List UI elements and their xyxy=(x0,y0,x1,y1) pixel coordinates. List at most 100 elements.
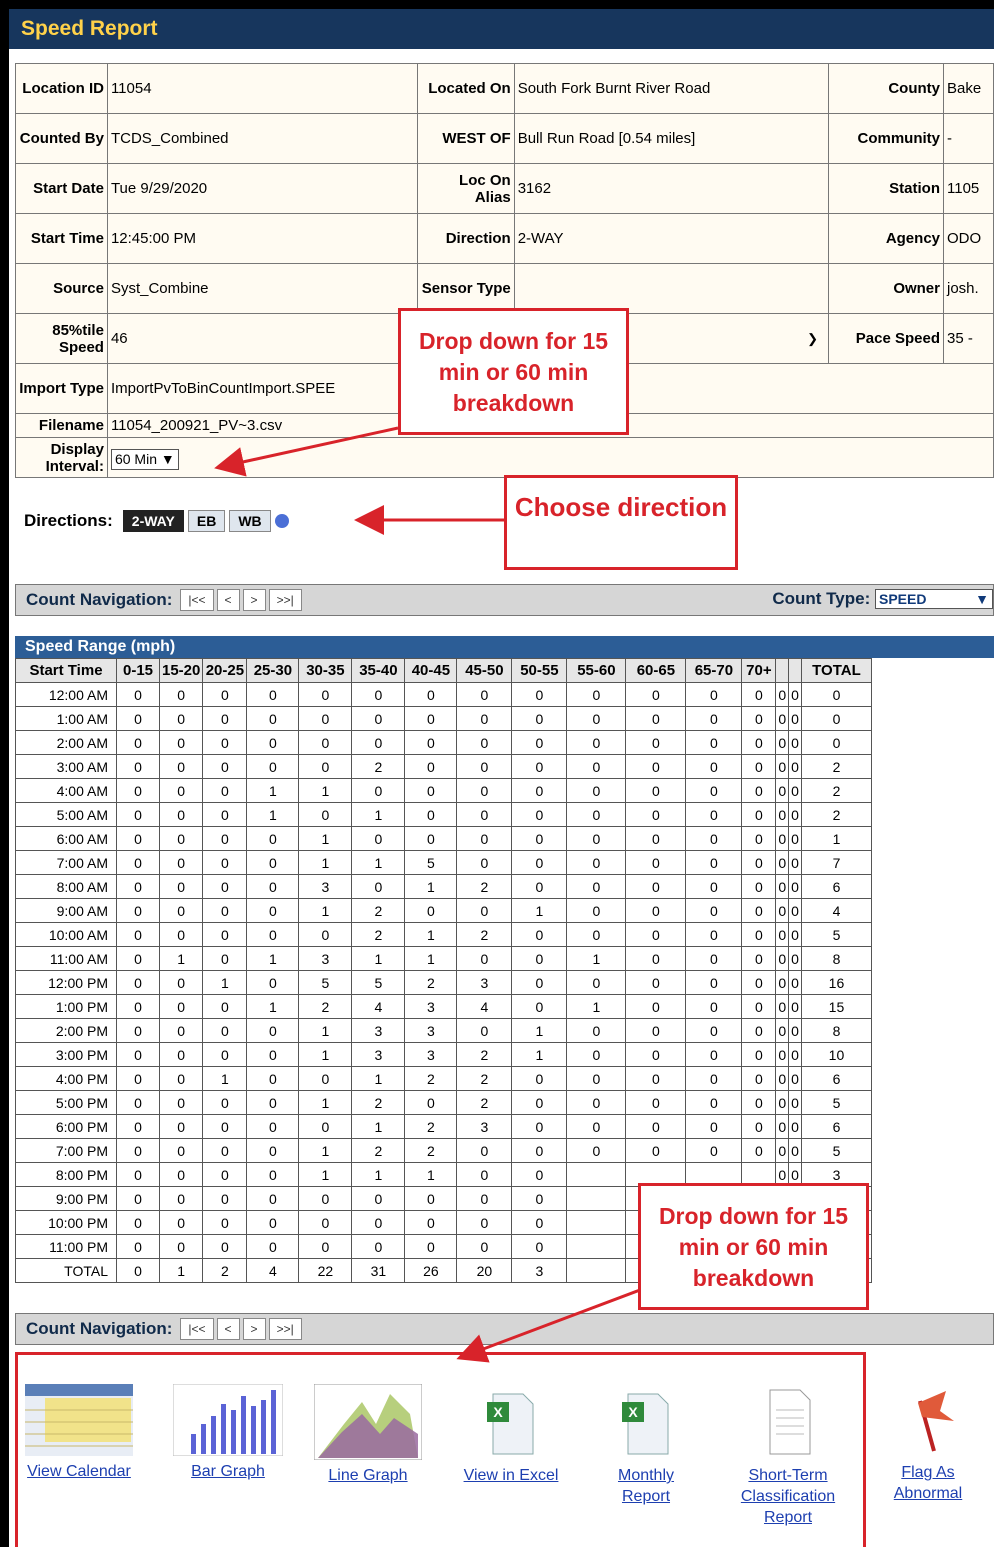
table-cell: 0 xyxy=(246,970,300,995)
table-cell: 0 xyxy=(775,778,790,803)
start-time-cell: 12:00 PM xyxy=(15,970,117,995)
table-cell: 0 xyxy=(116,778,160,803)
label-west-of: WEST OF xyxy=(416,113,515,164)
table-cell: 0 xyxy=(404,730,458,755)
label-start-time: Start Time xyxy=(15,213,108,264)
table-cell: 0 xyxy=(775,1066,790,1091)
table-cell: 0 xyxy=(116,1042,160,1067)
table-cell: 0 xyxy=(625,1018,687,1043)
table-cell: 0 xyxy=(741,682,777,707)
table-row: 4:00 PM 0 0 1 0 0 1 2 2 0 0 0 0 0 0 0 6 xyxy=(15,1066,872,1091)
table-cell: 0 xyxy=(775,1138,790,1163)
table-cell: 7 xyxy=(800,850,872,875)
table-cell: 1 xyxy=(202,970,248,995)
table-cell: 1 xyxy=(298,778,353,803)
direction-wb-button[interactable]: WB xyxy=(229,510,271,532)
table-cell: 0 xyxy=(511,778,568,803)
directions-label: Directions: xyxy=(24,511,113,530)
table-cell: 0 xyxy=(456,754,513,779)
table-cell: 5 xyxy=(404,850,458,875)
table-row: 11:00 AM 0 1 0 1 3 1 1 0 0 1 0 0 0 0 0 8 xyxy=(15,946,872,971)
table-cell: 0 xyxy=(116,946,160,971)
table-cell: 0 xyxy=(202,1162,248,1187)
table-row: 12:00 AM 0 0 0 0 0 0 0 0 0 0 0 0 0 0 0 0 xyxy=(15,682,872,707)
start-time-cell: 7:00 AM xyxy=(15,850,117,875)
table-cell: 0 xyxy=(116,754,160,779)
table-cell xyxy=(566,1162,627,1187)
table-cell: 0 xyxy=(685,754,743,779)
table-cell: 0 xyxy=(741,1114,777,1139)
table-cell: 0 xyxy=(158,1186,204,1211)
start-time-cell: 11:00 AM xyxy=(15,946,117,971)
table-cell: 1 xyxy=(246,946,300,971)
table-cell: 22 xyxy=(298,1258,353,1283)
direction-eb-button[interactable]: EB xyxy=(187,510,226,532)
annotation-callout-links: Drop down for 15 min or 60 min breakdown xyxy=(638,1183,869,1310)
table-cell: 0 xyxy=(775,970,790,995)
table-cell: 0 xyxy=(566,1090,627,1115)
table-cell: 0 xyxy=(625,682,687,707)
annotation-callout-direction: Choose direction xyxy=(504,475,738,570)
table-cell: 4 xyxy=(246,1258,300,1283)
table-cell: 0 xyxy=(246,706,300,731)
table-cell: 3 xyxy=(404,994,458,1019)
nav-next-button[interactable]: > xyxy=(242,1318,266,1340)
column-header xyxy=(788,658,802,683)
column-header: 50-55 xyxy=(511,658,568,683)
column-header: TOTAL xyxy=(800,658,872,683)
table-cell: 2 xyxy=(456,922,513,947)
table-cell: 0 xyxy=(158,1066,204,1091)
short-term-classification-report-link[interactable]: Short-Term Classification Report xyxy=(723,1384,853,1528)
table-cell: 2 xyxy=(298,994,353,1019)
table-cell: 3 xyxy=(351,1042,406,1067)
count-type-select[interactable]: SPEED ▼ xyxy=(875,589,993,609)
monthly-report-link[interactable]: X Monthly Report xyxy=(596,1384,696,1507)
count-navigation-label: Count Navigation: xyxy=(26,1319,173,1338)
direction-2way-button[interactable]: 2-WAY xyxy=(122,510,184,532)
table-cell: 0 xyxy=(775,874,790,899)
table-cell: 5 xyxy=(800,1138,872,1163)
bar-graph-link[interactable]: Bar Graph xyxy=(163,1383,293,1482)
table-cell: 0 xyxy=(775,682,790,707)
view-in-excel-link[interactable]: X View in Excel xyxy=(446,1384,576,1486)
nav-prev-button[interactable]: < xyxy=(216,589,240,611)
table-cell: 0 xyxy=(625,922,687,947)
table-cell: 0 xyxy=(246,1090,300,1115)
table-cell: 0 xyxy=(511,874,568,899)
table-cell: 0 xyxy=(351,874,406,899)
table-cell: 0 xyxy=(298,802,353,827)
table-cell: 0 xyxy=(246,874,300,899)
table-cell: 1 xyxy=(298,850,353,875)
line-graph-link[interactable]: Line Graph xyxy=(308,1383,428,1486)
table-cell: 0 xyxy=(298,682,353,707)
view-calendar-link[interactable]: View Calendar xyxy=(23,1384,135,1482)
table-cell: 0 xyxy=(456,1018,513,1043)
nav-last-button[interactable]: >>| xyxy=(268,1318,302,1340)
label-filename: Filename xyxy=(15,413,108,438)
nav-last-button[interactable]: >>| xyxy=(268,589,302,611)
table-cell: 0 xyxy=(625,874,687,899)
display-interval-select[interactable]: 60 Min ▼ xyxy=(110,449,179,470)
short-term-classification-report-label: Short-Term Classification Report xyxy=(740,1467,836,1526)
start-time-cell: 6:00 PM xyxy=(15,1114,117,1139)
nav-prev-button[interactable]: < xyxy=(216,1318,240,1340)
table-cell: 0 xyxy=(625,826,687,851)
table-cell: 0 xyxy=(625,1066,687,1091)
nav-first-button[interactable]: |<< xyxy=(180,1318,214,1340)
value-loc-on-alias: 3162 xyxy=(513,163,830,214)
table-cell: 0 xyxy=(202,1114,248,1139)
table-cell: 0 xyxy=(351,1210,406,1235)
table-cell: 0 xyxy=(775,1042,790,1067)
table-cell: 0 xyxy=(625,1138,687,1163)
count-navigation-top: Count Navigation: |<< < > >>| Count Type… xyxy=(15,584,994,616)
table-cell: 0 xyxy=(456,946,513,971)
flag-as-abnormal-link[interactable]: Flag As Abnormal xyxy=(878,1381,978,1504)
start-time-cell: 1:00 AM xyxy=(15,706,117,731)
label-direction: Direction xyxy=(416,213,515,264)
nav-next-button[interactable]: > xyxy=(242,589,266,611)
table-cell: 0 xyxy=(116,826,160,851)
nav-first-button[interactable]: |<< xyxy=(180,589,214,611)
table-cell: 0 xyxy=(202,1234,248,1259)
table-cell: 0 xyxy=(685,778,743,803)
table-cell: 0 xyxy=(625,970,687,995)
